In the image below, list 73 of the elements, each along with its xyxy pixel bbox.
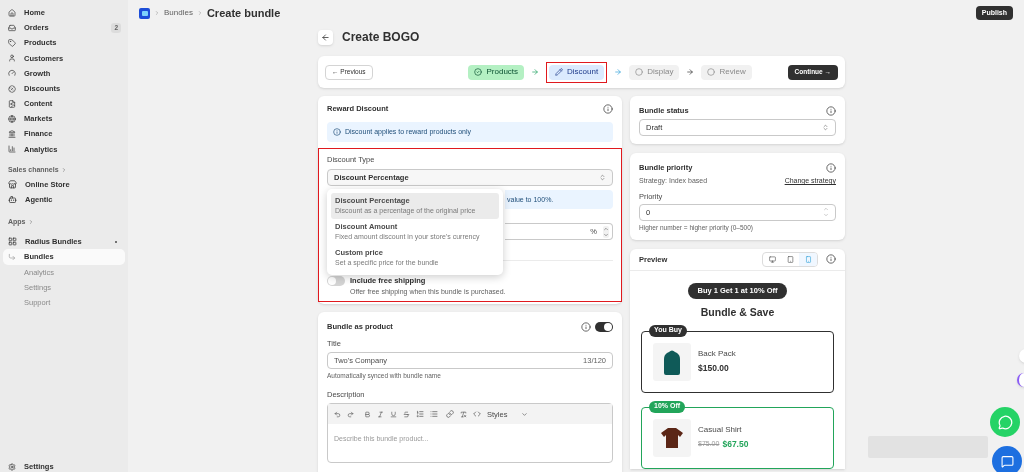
app-logo-icon (139, 7, 150, 19)
chevron-right-icon (154, 10, 160, 16)
stepper-icon (823, 206, 829, 219)
inbox-icon (8, 23, 16, 32)
product-price: $150.00 (698, 362, 729, 375)
page-heading: Create BOGO (342, 29, 420, 46)
breadcrumb-link[interactable]: Bundles (164, 7, 193, 19)
device-toggle[interactable] (799, 252, 817, 266)
preview-heading: Bundle & Save (700, 304, 775, 320)
arrow-right-icon (531, 68, 540, 76)
numbered-list-icon[interactable] (416, 410, 424, 419)
product-name: Casual Shirt (698, 424, 743, 437)
person-icon (8, 54, 16, 63)
underline-icon[interactable] (390, 410, 397, 418)
chevron-right-icon (60, 166, 67, 173)
clear-format-icon[interactable] (460, 410, 467, 418)
pencil-icon (555, 68, 564, 76)
product-price: $67.50 (722, 438, 749, 451)
info-icon (603, 103, 613, 114)
step-tab[interactable]: Discount (549, 64, 605, 80)
message-icon (1000, 454, 1014, 468)
info-icon (826, 254, 836, 265)
bold-icon[interactable] (364, 410, 371, 418)
app-icon (8, 237, 17, 247)
desktop-icon (768, 255, 776, 263)
bar-chart-icon (8, 145, 16, 154)
redo-icon[interactable] (347, 410, 354, 418)
toggle-switch[interactable] (595, 321, 613, 332)
stepper-icon (603, 225, 609, 238)
tag-icon (8, 38, 16, 47)
link-icon[interactable] (446, 410, 454, 419)
gauge-icon (8, 69, 16, 78)
bank-icon (8, 130, 16, 139)
select-arrows-icon (822, 124, 829, 131)
chat-button[interactable] (992, 446, 1022, 472)
phone-icon (804, 255, 812, 263)
tree-branch-icon (8, 253, 16, 262)
check-circle-icon (474, 68, 483, 76)
robot-icon (8, 195, 17, 205)
content-icon (8, 99, 16, 108)
info-icon (581, 321, 591, 332)
circle-icon (707, 68, 716, 76)
arrow-right-icon (686, 68, 695, 76)
strikethrough-icon[interactable] (403, 410, 410, 418)
tablet-icon (786, 255, 794, 263)
info-icon (826, 162, 836, 173)
chevron-down-icon (521, 410, 529, 418)
info-icon (333, 128, 341, 136)
select-arrows-icon (599, 174, 606, 182)
bullet-list-icon[interactable] (430, 410, 438, 419)
chat-bubble-icon (997, 414, 1013, 430)
undo-icon[interactable] (334, 410, 341, 418)
step-tab[interactable]: Products (468, 64, 525, 80)
discount-icon (8, 84, 16, 93)
product-name: Back Pack (698, 348, 736, 361)
arrow-right-icon (614, 68, 623, 76)
chevron-right-icon (196, 10, 203, 16)
italic-icon[interactable] (377, 410, 384, 418)
backpack-icon (664, 348, 680, 375)
info-icon (826, 105, 836, 116)
globe-icon (8, 114, 16, 123)
chevron-right-icon (27, 219, 34, 226)
back-arrow-icon (321, 32, 330, 42)
back-button[interactable] (318, 29, 333, 45)
page-title: Create bundle (206, 5, 281, 21)
store-icon (8, 179, 17, 189)
circle-icon (635, 68, 644, 76)
home-icon (8, 8, 16, 17)
toggle-switch[interactable] (327, 275, 345, 286)
code-icon[interactable] (473, 410, 481, 419)
whatsapp-button[interactable] (990, 407, 1020, 437)
shirt-icon (660, 426, 684, 449)
settings-icon (8, 463, 16, 471)
